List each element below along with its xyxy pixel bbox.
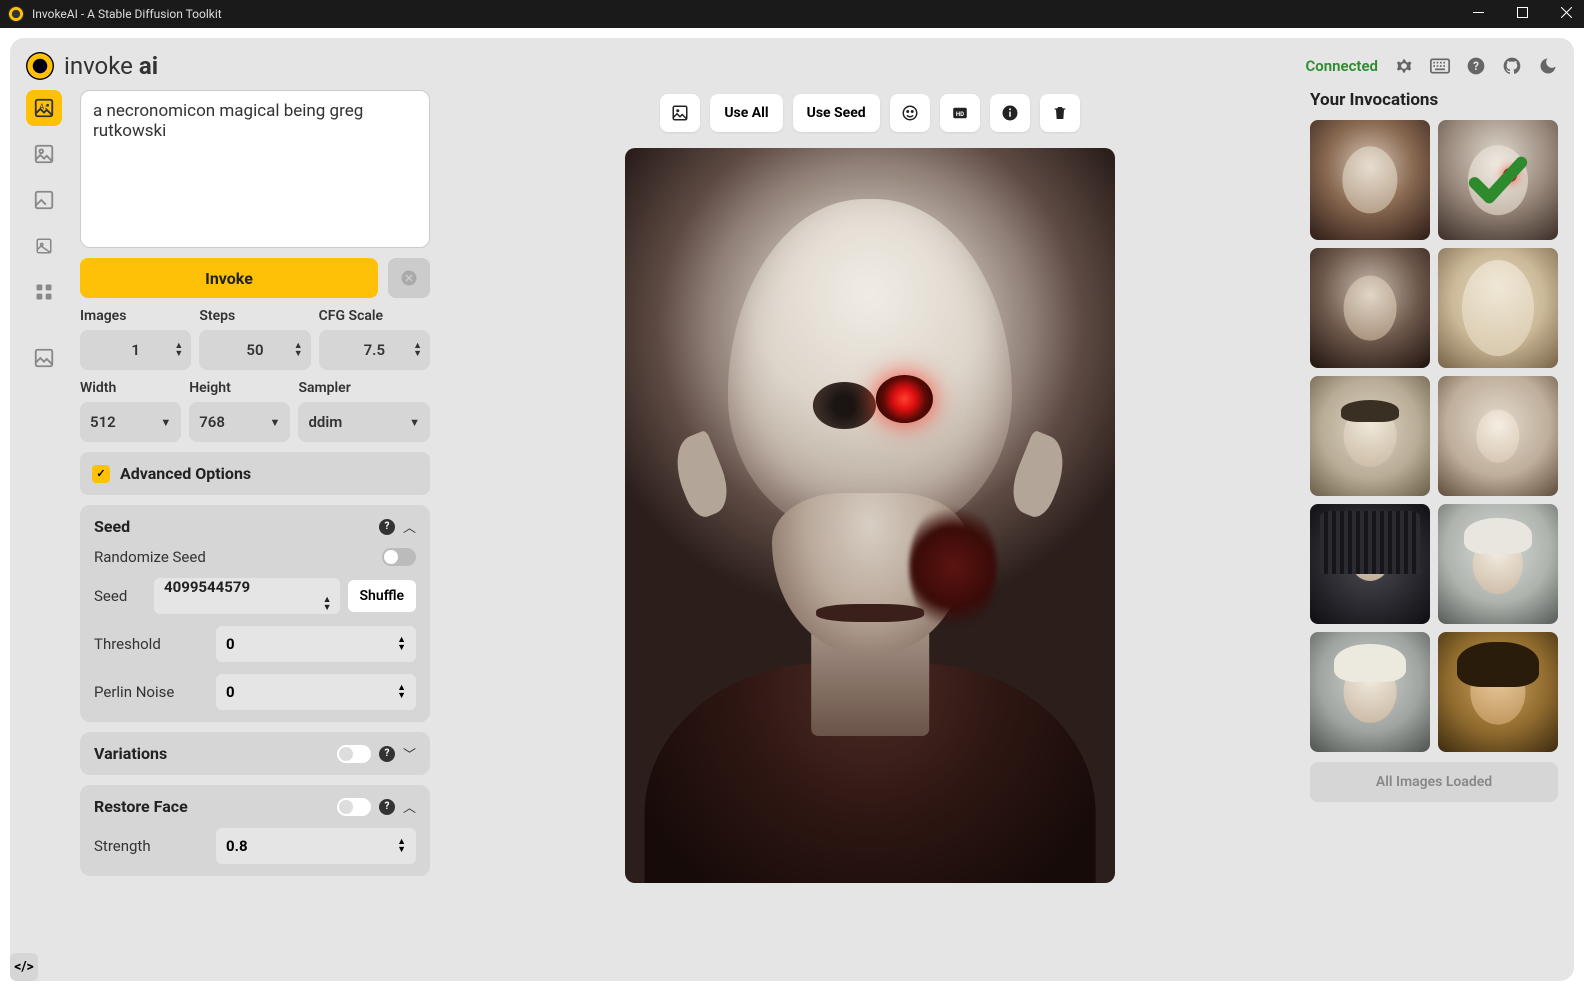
prompt-input[interactable] (80, 90, 430, 248)
advanced-options-toggle[interactable]: ✓ Advanced Options (80, 452, 430, 495)
invocation-thumb[interactable] (1310, 504, 1430, 624)
invocation-thumb[interactable] (1310, 248, 1430, 368)
height-select[interactable]: 768▼ (189, 402, 290, 442)
width-label: Width (80, 380, 181, 396)
restore-face-toggle[interactable] (337, 798, 371, 816)
restore-face-help-icon[interactable]: ? (379, 799, 395, 815)
shuffle-button[interactable]: Shuffle (348, 580, 416, 612)
invocation-thumb[interactable] (1438, 504, 1558, 624)
seed-input[interactable]: 4099544579▲▼ (154, 578, 340, 614)
use-seed-button[interactable]: Use Seed (793, 94, 880, 132)
settings-icon[interactable] (1394, 56, 1414, 76)
tab-image-to-image[interactable] (26, 136, 62, 172)
threshold-input[interactable]: 0▲▼ (216, 626, 416, 662)
cfg-label: CFG Scale (319, 308, 430, 324)
restore-face-title: Restore Face (94, 797, 188, 816)
invocations-grid (1310, 120, 1558, 752)
randomize-seed-toggle[interactable] (382, 548, 416, 566)
brand-text: invoke ai (64, 52, 158, 80)
sampler-select[interactable]: ddim▼ (298, 402, 430, 442)
images-input[interactable]: 1▲▼ (80, 330, 191, 370)
help-icon[interactable]: ? (1466, 56, 1486, 76)
invocation-thumb[interactable] (1438, 376, 1558, 496)
app-logo-icon (8, 6, 24, 22)
cfg-input[interactable]: 7.5▲▼ (319, 330, 430, 370)
chevron-down-icon[interactable]: ﹀ (403, 744, 416, 763)
variations-toggle[interactable] (337, 745, 371, 763)
side-tab-bar: A↓ (26, 90, 66, 967)
hd-button[interactable]: HD (940, 94, 980, 132)
steps-input[interactable]: 50▲▼ (199, 330, 310, 370)
invocation-thumb[interactable] (1438, 632, 1558, 752)
invocation-thumb[interactable] (1438, 248, 1558, 368)
chevron-up-icon[interactable]: ︿ (403, 517, 416, 536)
height-label: Height (189, 380, 290, 396)
variations-title: Variations (94, 744, 167, 763)
restore-face-section: Restore Face ? ︿ Strength 0.8▲▼ (80, 785, 430, 876)
github-icon[interactable] (1502, 56, 1522, 76)
perlin-input[interactable]: 0▲▼ (216, 674, 416, 710)
use-all-button[interactable]: Use All (710, 94, 782, 132)
window-titlebar: InvokeAI - A Stable Diffusion Toolkit (0, 0, 1584, 28)
delete-button[interactable] (1040, 94, 1080, 132)
tab-nodes[interactable] (26, 274, 62, 310)
tab-inpainting[interactable] (26, 182, 62, 218)
window-controls (1468, 7, 1576, 22)
theme-toggle-icon[interactable] (1538, 56, 1558, 76)
randomize-seed-label: Randomize Seed (94, 548, 206, 566)
invocation-thumb[interactable] (1310, 632, 1430, 752)
tab-text-to-image[interactable]: A↓ (26, 90, 62, 126)
generated-image (625, 148, 1115, 883)
variations-section[interactable]: Variations ? ﹀ (80, 732, 430, 775)
seed-title: Seed (94, 517, 130, 536)
maximize-button[interactable] (1512, 7, 1532, 22)
invocation-thumb[interactable] (1310, 120, 1430, 240)
seed-label: Seed (94, 587, 144, 605)
svg-text:HD: HD (956, 111, 964, 118)
connection-status: Connected (1305, 57, 1378, 75)
svg-text:?: ? (1473, 59, 1479, 73)
strength-input[interactable]: 0.8▲▼ (216, 828, 416, 864)
sampler-label: Sampler (298, 380, 430, 396)
face-button[interactable] (890, 94, 930, 132)
images-label: Images (80, 308, 191, 324)
chevron-up-icon[interactable]: ︿ (403, 797, 416, 816)
all-images-loaded: All Images Loaded (1310, 762, 1558, 802)
threshold-label: Threshold (94, 635, 161, 653)
invocation-thumb-selected[interactable] (1438, 120, 1558, 240)
seed-help-icon[interactable]: ? (379, 519, 395, 535)
advanced-checkbox[interactable]: ✓ (92, 465, 110, 483)
code-button[interactable]: </> (10, 953, 38, 981)
window-title: InvokeAI - A Stable Diffusion Toolkit (32, 7, 1468, 21)
perlin-label: Perlin Noise (94, 683, 174, 701)
width-select[interactable]: 512▼ (80, 402, 181, 442)
strength-label: Strength (94, 837, 151, 855)
brand: invoke ai (26, 52, 158, 80)
seed-section: Seed ? ︿ Randomize Seed Seed 4099544579▲… (80, 505, 430, 722)
variations-help-icon[interactable]: ? (379, 746, 395, 762)
cancel-button[interactable] (388, 258, 430, 298)
image-toolbar: Use All Use Seed HD (660, 94, 1079, 132)
tab-outpainting[interactable] (26, 228, 62, 264)
keyboard-icon[interactable] (1430, 56, 1450, 76)
advanced-label: Advanced Options (120, 464, 251, 483)
info-button[interactable] (990, 94, 1030, 132)
close-button[interactable] (1556, 7, 1576, 22)
image-button[interactable] (660, 94, 700, 132)
steps-label: Steps (199, 308, 310, 324)
minimize-button[interactable] (1468, 7, 1488, 22)
tab-postprocess[interactable] (26, 340, 62, 376)
invoke-button[interactable]: Invoke (80, 258, 378, 298)
invocations-title: Your Invocations (1310, 90, 1558, 110)
brand-logo-icon (26, 52, 54, 80)
invocation-thumb[interactable] (1310, 376, 1430, 496)
